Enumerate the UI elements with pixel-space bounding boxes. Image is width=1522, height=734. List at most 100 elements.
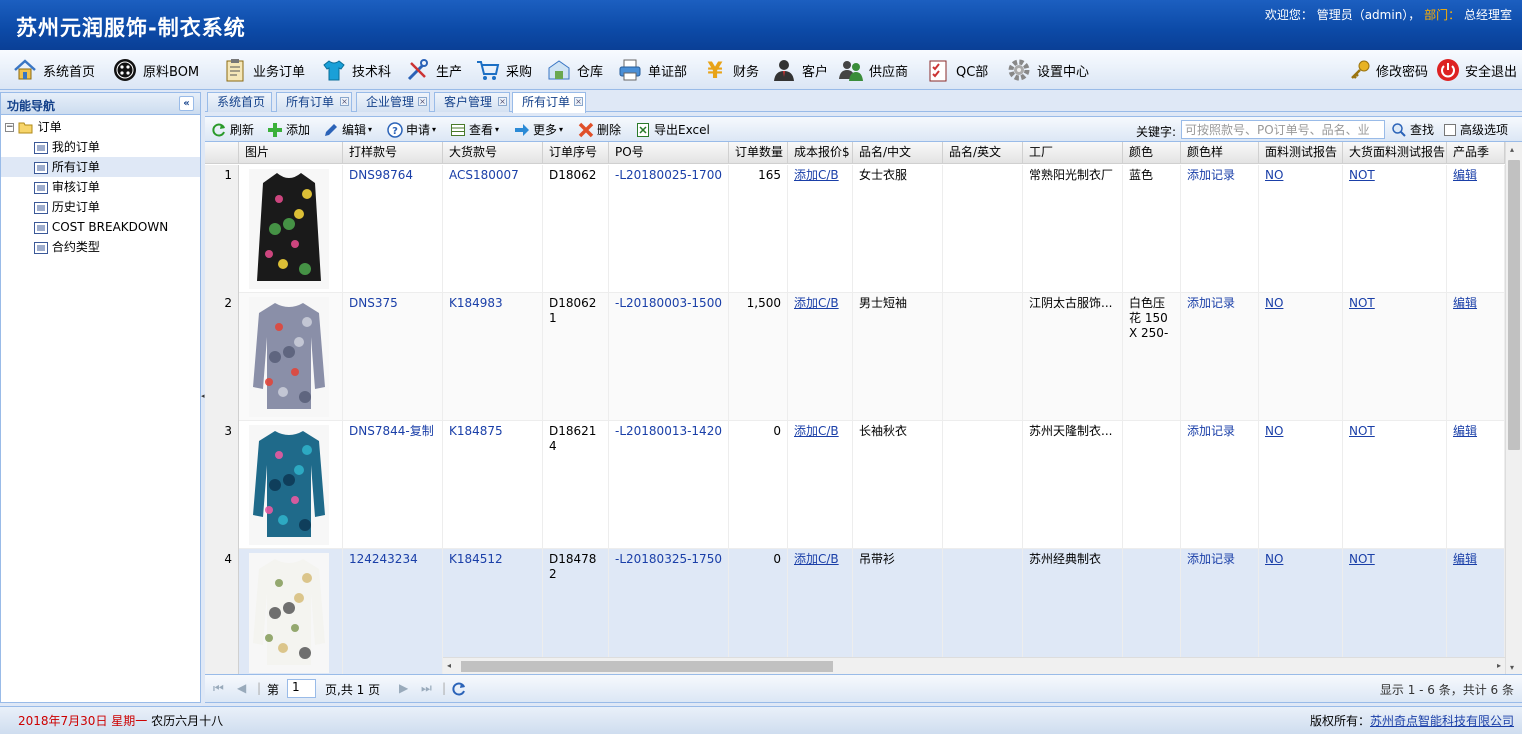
garment-image-cell[interactable] bbox=[239, 165, 343, 293]
close-tab-icon[interactable]: × bbox=[498, 97, 507, 106]
menu-tech-dept[interactable]: 技术科 bbox=[321, 50, 391, 90]
table-row[interactable]: 2 DNS375 K184983 D180621 -L20180003-1500 1,50… bbox=[205, 293, 1505, 421]
close-tab-icon[interactable]: × bbox=[340, 97, 349, 106]
collapse-sidebar-button[interactable]: « bbox=[179, 96, 194, 111]
menu-settings[interactable]: 设置中心 bbox=[1006, 50, 1089, 90]
sample-no-cell[interactable]: DNS7844-复制 bbox=[343, 421, 443, 549]
last-page-icon[interactable]: ⏭ bbox=[421, 681, 432, 696]
menu-business-orders[interactable]: 业务订单 bbox=[222, 50, 305, 90]
sidebar-item-contract-types[interactable]: 合约类型 bbox=[1, 237, 200, 257]
table-row[interactable]: 3 DNS7844-复制 K184875 D186214 -L20180013-1420… bbox=[205, 421, 1505, 549]
menu-material-bom[interactable]: 原料BOM bbox=[112, 50, 199, 90]
header-color[interactable]: 颜色 bbox=[1123, 142, 1181, 164]
sidebar-item-review-orders[interactable]: 审核订单 bbox=[1, 177, 200, 197]
sidebar-item-history-orders[interactable]: 历史订单 bbox=[1, 197, 200, 217]
scroll-left-icon[interactable]: ◂ bbox=[447, 661, 451, 670]
first-page-icon[interactable]: ⏮ bbox=[213, 681, 224, 696]
add-cost-breakdown-link[interactable]: 添加C/B bbox=[788, 165, 853, 293]
change-password-button[interactable]: 修改密码 bbox=[1349, 50, 1428, 90]
refresh-button[interactable]: 刷新 bbox=[211, 117, 254, 142]
next-page-icon[interactable]: ▶ bbox=[399, 681, 408, 695]
menu-qc-dept[interactable]: QC部 bbox=[925, 50, 988, 90]
menu-finance[interactable]: ¥ 财务 bbox=[702, 50, 759, 90]
export-excel-button[interactable]: 导出Excel bbox=[635, 117, 710, 142]
add-cost-breakdown-link[interactable]: 添加C/B bbox=[788, 293, 853, 421]
header-name-cn[interactable]: 品名/中文 bbox=[853, 142, 943, 164]
menu-warehouse[interactable]: 仓库 bbox=[546, 50, 603, 90]
prev-page-icon[interactable]: ◀ bbox=[237, 681, 246, 695]
scroll-right-icon[interactable]: ▸ bbox=[1497, 661, 1501, 670]
header-color-swatch[interactable]: 颜色样 bbox=[1181, 142, 1259, 164]
horizontal-scrollbar[interactable]: ◂ ▸ bbox=[443, 657, 1505, 674]
tab-enterprise[interactable]: 企业管理 × bbox=[356, 92, 430, 112]
menu-home[interactable]: 系统首页 bbox=[12, 50, 95, 90]
edit-button[interactable]: 编辑 ▾ bbox=[323, 117, 372, 142]
header-sample-no[interactable]: 打样款号 bbox=[343, 142, 443, 164]
bulk-fabric-report-link[interactable]: NOT bbox=[1343, 293, 1447, 421]
po-no-cell[interactable]: -L20180025-1700 bbox=[609, 165, 729, 293]
tab-all-orders-active[interactable]: 所有订单 × bbox=[512, 92, 586, 113]
header-bulk-fabric-report[interactable]: 大货面料测试报告 bbox=[1343, 142, 1447, 164]
sidebar-item-all-orders[interactable]: 所有订单 bbox=[1, 157, 200, 177]
tab-all-orders-1[interactable]: 所有订单 × bbox=[276, 92, 352, 112]
menu-customers[interactable]: 客户 bbox=[771, 50, 828, 90]
tab-home[interactable]: 系统首页 bbox=[207, 92, 272, 112]
bulk-fabric-report-link[interactable]: NOT bbox=[1343, 165, 1447, 293]
po-no-cell[interactable]: -L20180003-1500 bbox=[609, 293, 729, 421]
checkbox-icon[interactable] bbox=[1444, 123, 1456, 136]
sidebar-item-cost-breakdown[interactable]: COST BREAKDOWN bbox=[1, 217, 200, 237]
edit-season-link[interactable]: 编辑 bbox=[1447, 165, 1505, 293]
sample-no-cell[interactable]: DNS98764 bbox=[343, 165, 443, 293]
bulk-no-cell[interactable]: ACS180007 bbox=[443, 165, 543, 293]
bulk-no-cell[interactable]: K184875 bbox=[443, 421, 543, 549]
more-button[interactable]: 更多 ▾ bbox=[514, 117, 563, 142]
header-cost[interactable]: 成本报价$ bbox=[788, 142, 853, 164]
header-order-seq[interactable]: 订单序号 bbox=[543, 142, 609, 164]
collapse-toggle-icon[interactable]: − bbox=[5, 123, 14, 132]
search-button[interactable]: 查找 bbox=[1391, 117, 1434, 142]
close-tab-icon[interactable]: × bbox=[574, 97, 583, 106]
pager-refresh-button[interactable] bbox=[451, 681, 467, 700]
vertical-scroll-thumb[interactable] bbox=[1508, 160, 1520, 450]
add-cost-breakdown-link[interactable]: 添加C/B bbox=[788, 421, 853, 549]
logout-button[interactable]: 安全退出 bbox=[1436, 50, 1517, 90]
add-button[interactable]: 添加 bbox=[267, 117, 310, 142]
delete-button[interactable]: 删除 bbox=[578, 117, 621, 142]
bulk-fabric-report-link[interactable]: NOT bbox=[1343, 421, 1447, 549]
add-swatch-record-link[interactable]: 添加记录 bbox=[1181, 165, 1259, 293]
scroll-up-icon[interactable]: ▴ bbox=[1510, 145, 1514, 154]
sample-no-cell[interactable]: 124243234 bbox=[343, 549, 443, 674]
menu-suppliers[interactable]: 供应商 bbox=[838, 50, 908, 90]
edit-season-link[interactable]: 编辑 bbox=[1447, 293, 1505, 421]
tree-root-orders[interactable]: − 订单 bbox=[1, 117, 200, 137]
apply-button[interactable]: ? 申请 ▾ bbox=[387, 117, 436, 142]
sample-no-cell[interactable]: DNS375 bbox=[343, 293, 443, 421]
horizontal-scroll-thumb[interactable] bbox=[461, 661, 833, 672]
header-fabric-report[interactable]: 面料测试报告 bbox=[1259, 142, 1343, 164]
header-po-no[interactable]: PO号 bbox=[609, 142, 729, 164]
menu-purchasing[interactable]: 采购 bbox=[475, 50, 532, 90]
header-factory[interactable]: 工厂 bbox=[1023, 142, 1123, 164]
scroll-down-icon[interactable]: ▾ bbox=[1510, 663, 1514, 672]
header-name-en[interactable]: 品名/英文 bbox=[943, 142, 1023, 164]
bulk-no-cell[interactable]: K184983 bbox=[443, 293, 543, 421]
add-swatch-record-link[interactable]: 添加记录 bbox=[1181, 421, 1259, 549]
garment-image-cell[interactable] bbox=[239, 549, 343, 674]
garment-image-cell[interactable] bbox=[239, 421, 343, 549]
header-bulk-no[interactable]: 大货款号 bbox=[443, 142, 543, 164]
header-quantity[interactable]: 订单数量 bbox=[729, 142, 788, 164]
table-row[interactable]: 1 DNS98764 ACS180007 D18062 -L20180025-1700 1… bbox=[205, 165, 1505, 293]
header-image[interactable]: 图片 bbox=[239, 142, 343, 164]
vertical-scrollbar[interactable]: ▴ ▾ bbox=[1505, 142, 1522, 674]
page-number-input[interactable]: 1 bbox=[287, 679, 316, 698]
add-swatch-record-link[interactable]: 添加记录 bbox=[1181, 293, 1259, 421]
po-no-cell[interactable]: -L20180013-1420 bbox=[609, 421, 729, 549]
garment-image-cell[interactable] bbox=[239, 293, 343, 421]
menu-documents[interactable]: 单证部 bbox=[617, 50, 687, 90]
advanced-options-checkbox[interactable]: 高级选项 bbox=[1444, 117, 1508, 142]
tab-customers[interactable]: 客户管理 × bbox=[434, 92, 510, 112]
menu-production[interactable]: 生产 bbox=[405, 50, 462, 90]
sidebar-item-my-orders[interactable]: 我的订单 bbox=[1, 137, 200, 157]
keyword-input[interactable]: 可按照款号、PO订单号、品名、业务员 bbox=[1181, 120, 1385, 139]
edit-season-link[interactable]: 编辑 bbox=[1447, 421, 1505, 549]
